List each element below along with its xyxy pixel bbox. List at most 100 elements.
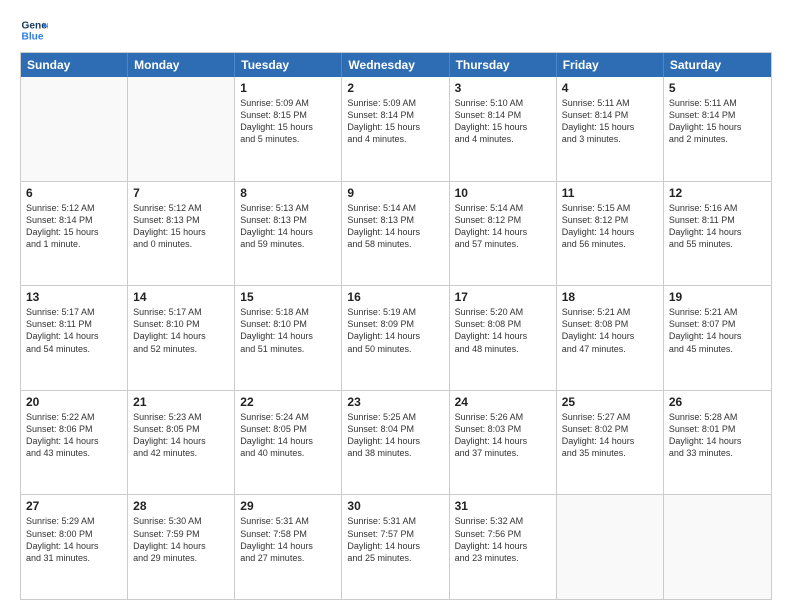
calendar-day-7: 7 Sunrise: 5:12 AM Sunset: 8:13 PM Daylig… <box>128 182 235 286</box>
day-number: 8 <box>240 186 336 200</box>
day-info: Sunrise: 5:12 AM Sunset: 8:13 PM Dayligh… <box>133 202 229 251</box>
page: General Blue SundayMondayTuesdayWednesda… <box>0 0 792 612</box>
day-info: Sunrise: 5:24 AM Sunset: 8:05 PM Dayligh… <box>240 411 336 460</box>
calendar-day-23: 23 Sunrise: 5:25 AM Sunset: 8:04 PM Dayli… <box>342 391 449 495</box>
calendar-empty-cell <box>557 495 664 599</box>
calendar-day-31: 31 Sunrise: 5:32 AM Sunset: 7:56 PM Dayli… <box>450 495 557 599</box>
logo: General Blue <box>20 16 34 44</box>
header-day-wednesday: Wednesday <box>342 53 449 77</box>
calendar-day-22: 22 Sunrise: 5:24 AM Sunset: 8:05 PM Dayli… <box>235 391 342 495</box>
day-number: 28 <box>133 499 229 513</box>
day-number: 29 <box>240 499 336 513</box>
day-number: 22 <box>240 395 336 409</box>
calendar-day-19: 19 Sunrise: 5:21 AM Sunset: 8:07 PM Dayli… <box>664 286 771 390</box>
calendar-day-17: 17 Sunrise: 5:20 AM Sunset: 8:08 PM Dayli… <box>450 286 557 390</box>
calendar-day-29: 29 Sunrise: 5:31 AM Sunset: 7:58 PM Dayli… <box>235 495 342 599</box>
calendar-day-8: 8 Sunrise: 5:13 AM Sunset: 8:13 PM Daylig… <box>235 182 342 286</box>
calendar-week-5: 27Sunrise: 5:29 AM Sunset: 8:00 PM Dayli… <box>21 495 771 599</box>
day-info: Sunrise: 5:09 AM Sunset: 8:14 PM Dayligh… <box>347 97 443 146</box>
day-info: Sunrise: 5:25 AM Sunset: 8:04 PM Dayligh… <box>347 411 443 460</box>
day-info: Sunrise: 5:32 AM Sunset: 7:56 PM Dayligh… <box>455 515 551 564</box>
calendar-day-10: 10 Sunrise: 5:14 AM Sunset: 8:12 PM Dayli… <box>450 182 557 286</box>
header-day-sunday: Sunday <box>21 53 128 77</box>
day-number: 31 <box>455 499 551 513</box>
day-info: Sunrise: 5:23 AM Sunset: 8:05 PM Dayligh… <box>133 411 229 460</box>
day-number: 23 <box>347 395 443 409</box>
calendar-day-13: 13Sunrise: 5:17 AM Sunset: 8:11 PM Dayli… <box>21 286 128 390</box>
day-number: 6 <box>26 186 122 200</box>
header-day-tuesday: Tuesday <box>235 53 342 77</box>
header-day-monday: Monday <box>128 53 235 77</box>
day-number: 7 <box>133 186 229 200</box>
day-info: Sunrise: 5:27 AM Sunset: 8:02 PM Dayligh… <box>562 411 658 460</box>
day-number: 24 <box>455 395 551 409</box>
day-number: 20 <box>26 395 122 409</box>
day-info: Sunrise: 5:12 AM Sunset: 8:14 PM Dayligh… <box>26 202 122 251</box>
day-info: Sunrise: 5:22 AM Sunset: 8:06 PM Dayligh… <box>26 411 122 460</box>
calendar-empty-cell <box>128 77 235 181</box>
day-number: 25 <box>562 395 658 409</box>
day-info: Sunrise: 5:31 AM Sunset: 7:57 PM Dayligh… <box>347 515 443 564</box>
calendar-day-21: 21Sunrise: 5:23 AM Sunset: 8:05 PM Dayli… <box>128 391 235 495</box>
day-info: Sunrise: 5:11 AM Sunset: 8:14 PM Dayligh… <box>562 97 658 146</box>
calendar-week-1: 1 Sunrise: 5:09 AM Sunset: 8:15 PM Daylig… <box>21 77 771 182</box>
day-info: Sunrise: 5:26 AM Sunset: 8:03 PM Dayligh… <box>455 411 551 460</box>
calendar-day-5: 5 Sunrise: 5:11 AM Sunset: 8:14 PM Daylig… <box>664 77 771 181</box>
day-info: Sunrise: 5:19 AM Sunset: 8:09 PM Dayligh… <box>347 306 443 355</box>
day-number: 1 <box>240 81 336 95</box>
calendar-day-24: 24 Sunrise: 5:26 AM Sunset: 8:03 PM Dayli… <box>450 391 557 495</box>
calendar-empty-cell <box>21 77 128 181</box>
day-info: Sunrise: 5:11 AM Sunset: 8:14 PM Dayligh… <box>669 97 766 146</box>
day-number: 13 <box>26 290 122 304</box>
day-number: 17 <box>455 290 551 304</box>
calendar-day-14: 14 Sunrise: 5:17 AM Sunset: 8:10 PM Dayli… <box>128 286 235 390</box>
calendar-week-2: 6 Sunrise: 5:12 AM Sunset: 8:14 PM Daylig… <box>21 182 771 287</box>
calendar-day-16: 16Sunrise: 5:19 AM Sunset: 8:09 PM Dayli… <box>342 286 449 390</box>
day-info: Sunrise: 5:21 AM Sunset: 8:07 PM Dayligh… <box>669 306 766 355</box>
calendar-body: 1 Sunrise: 5:09 AM Sunset: 8:15 PM Daylig… <box>21 77 771 599</box>
day-number: 3 <box>455 81 551 95</box>
day-info: Sunrise: 5:17 AM Sunset: 8:10 PM Dayligh… <box>133 306 229 355</box>
day-info: Sunrise: 5:14 AM Sunset: 8:12 PM Dayligh… <box>455 202 551 251</box>
day-info: Sunrise: 5:15 AM Sunset: 8:12 PM Dayligh… <box>562 202 658 251</box>
day-number: 11 <box>562 186 658 200</box>
day-info: Sunrise: 5:20 AM Sunset: 8:08 PM Dayligh… <box>455 306 551 355</box>
calendar-day-3: 3Sunrise: 5:10 AM Sunset: 8:14 PM Daylig… <box>450 77 557 181</box>
day-number: 30 <box>347 499 443 513</box>
calendar-day-12: 12 Sunrise: 5:16 AM Sunset: 8:11 PM Dayli… <box>664 182 771 286</box>
day-number: 27 <box>26 499 122 513</box>
day-info: Sunrise: 5:16 AM Sunset: 8:11 PM Dayligh… <box>669 202 766 251</box>
day-number: 26 <box>669 395 766 409</box>
calendar-day-1: 1 Sunrise: 5:09 AM Sunset: 8:15 PM Daylig… <box>235 77 342 181</box>
calendar-day-20: 20 Sunrise: 5:22 AM Sunset: 8:06 PM Dayli… <box>21 391 128 495</box>
calendar-week-3: 13Sunrise: 5:17 AM Sunset: 8:11 PM Dayli… <box>21 286 771 391</box>
calendar-day-25: 25 Sunrise: 5:27 AM Sunset: 8:02 PM Dayli… <box>557 391 664 495</box>
day-number: 15 <box>240 290 336 304</box>
calendar-day-6: 6 Sunrise: 5:12 AM Sunset: 8:14 PM Daylig… <box>21 182 128 286</box>
header: General Blue <box>20 16 772 44</box>
day-number: 19 <box>669 290 766 304</box>
day-number: 4 <box>562 81 658 95</box>
day-number: 2 <box>347 81 443 95</box>
day-info: Sunrise: 5:31 AM Sunset: 7:58 PM Dayligh… <box>240 515 336 564</box>
day-info: Sunrise: 5:30 AM Sunset: 7:59 PM Dayligh… <box>133 515 229 564</box>
day-info: Sunrise: 5:09 AM Sunset: 8:15 PM Dayligh… <box>240 97 336 146</box>
day-number: 9 <box>347 186 443 200</box>
calendar-week-4: 20 Sunrise: 5:22 AM Sunset: 8:06 PM Dayli… <box>21 391 771 496</box>
day-number: 12 <box>669 186 766 200</box>
calendar-day-4: 4 Sunrise: 5:11 AM Sunset: 8:14 PM Daylig… <box>557 77 664 181</box>
day-number: 5 <box>669 81 766 95</box>
logo-icon: General Blue <box>20 16 48 44</box>
day-number: 18 <box>562 290 658 304</box>
day-number: 14 <box>133 290 229 304</box>
header-day-thursday: Thursday <box>450 53 557 77</box>
calendar-day-30: 30 Sunrise: 5:31 AM Sunset: 7:57 PM Dayli… <box>342 495 449 599</box>
header-day-friday: Friday <box>557 53 664 77</box>
calendar-day-26: 26 Sunrise: 5:28 AM Sunset: 8:01 PM Dayli… <box>664 391 771 495</box>
day-number: 10 <box>455 186 551 200</box>
calendar: SundayMondayTuesdayWednesdayThursdayFrid… <box>20 52 772 600</box>
calendar-header: SundayMondayTuesdayWednesdayThursdayFrid… <box>21 53 771 77</box>
day-info: Sunrise: 5:13 AM Sunset: 8:13 PM Dayligh… <box>240 202 336 251</box>
day-info: Sunrise: 5:28 AM Sunset: 8:01 PM Dayligh… <box>669 411 766 460</box>
calendar-day-2: 2 Sunrise: 5:09 AM Sunset: 8:14 PM Daylig… <box>342 77 449 181</box>
